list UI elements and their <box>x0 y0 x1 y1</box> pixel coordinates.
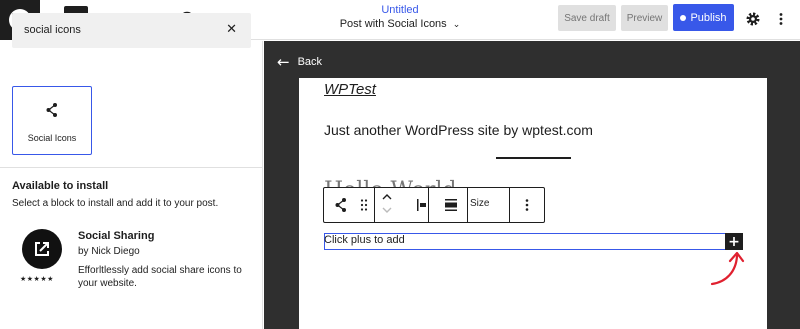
document-name: Post with Social Icons <box>339 18 447 30</box>
justify-left-icon[interactable] <box>415 197 431 213</box>
plugin-description: Efforltlessly add social share icons to … <box>78 265 242 289</box>
plugin-rating: ★★★★★ <box>20 275 54 283</box>
clear-search-icon[interactable]: ✕ <box>226 21 237 37</box>
preview-button[interactable]: Preview <box>621 5 668 31</box>
block-search-input[interactable]: social icons ✕ <box>12 13 251 48</box>
options-button[interactable] <box>770 8 792 30</box>
block-item-label: Social Icons <box>27 133 77 143</box>
settings-button[interactable] <box>742 8 764 30</box>
toolbar-divider <box>374 188 375 222</box>
more-options-icon[interactable] <box>520 197 534 213</box>
available-heading: Available to install <box>12 180 109 192</box>
move-up-icon[interactable] <box>381 192 393 202</box>
annotation-arrow-icon <box>710 251 745 286</box>
document-bar[interactable]: Post with Social Icons ⌄ <box>300 18 500 30</box>
chevron-down-icon: ⌄ <box>452 19 461 29</box>
block-toolbar <box>323 187 545 223</box>
separator-block[interactable] <box>496 157 571 159</box>
back-button[interactable]: ← Back <box>277 53 322 71</box>
more-vertical-icon <box>779 13 783 25</box>
publish-label: Publish <box>690 11 727 24</box>
search-value: social icons <box>24 24 81 36</box>
gear-icon <box>746 12 760 26</box>
align-center-icon[interactable] <box>443 197 459 213</box>
move-down-icon[interactable] <box>381 205 393 215</box>
plugin-icon[interactable] <box>22 229 62 269</box>
toolbar-divider <box>467 188 468 222</box>
available-description: Select a block to install and add it to … <box>12 198 219 209</box>
back-label: Back <box>297 56 323 68</box>
share-icon <box>46 103 57 117</box>
arrow-left-icon: ← <box>277 53 290 71</box>
size-button[interactable]: Size <box>470 198 489 209</box>
site-tagline[interactable]: Just another WordPress site by wptest.co… <box>324 122 593 138</box>
plugin-author: by Nick Diego <box>78 246 140 257</box>
panel-divider <box>0 167 263 168</box>
block-item-social-icons[interactable]: Social Icons <box>12 86 92 155</box>
save-draft-button[interactable]: Save draft <box>558 5 616 31</box>
block-placeholder: Click plus to add <box>324 234 405 246</box>
drag-handle-icon[interactable] <box>359 198 369 212</box>
social-icons-block-icon[interactable] <box>334 197 348 213</box>
site-title[interactable]: WPTest <box>324 81 376 98</box>
publish-dot-icon <box>680 14 687 21</box>
toolbar-divider <box>509 188 510 222</box>
external-share-icon <box>35 242 49 256</box>
publish-button[interactable]: Publish <box>673 4 734 31</box>
document-title[interactable]: Untitled <box>300 4 500 16</box>
plugin-name[interactable]: Social Sharing <box>78 230 154 242</box>
